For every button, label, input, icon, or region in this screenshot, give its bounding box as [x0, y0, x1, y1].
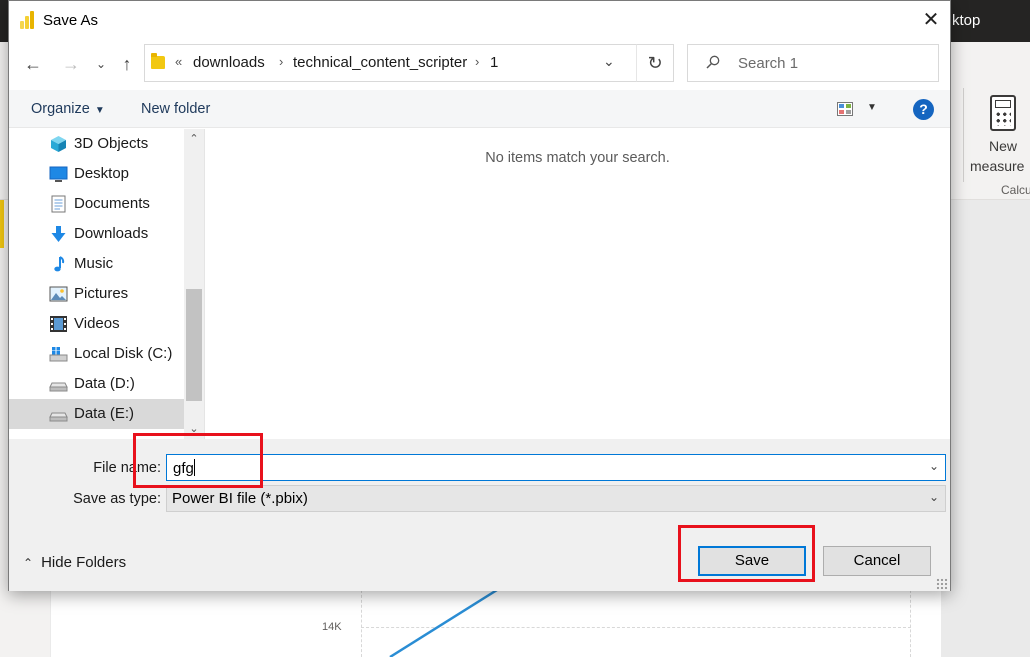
new-measure-label-2: measure [970, 158, 1025, 174]
recent-locations-chevron-icon[interactable]: ⌄ [93, 51, 109, 77]
close-icon[interactable]: ✕ [917, 7, 945, 33]
chart-gridline [910, 590, 911, 657]
sidebar-item-3d-objects[interactable]: 3D Objects [9, 129, 184, 159]
calculator-icon[interactable] [990, 95, 1016, 131]
scroll-thumb[interactable] [186, 289, 202, 401]
videos-icon [50, 316, 67, 332]
file-name-label: File name: [93, 460, 161, 476]
empty-results-message: No items match your search. [485, 150, 670, 166]
breadcrumb-technical-content-scripter[interactable]: technical_content_scripter [293, 54, 467, 71]
file-name-value: gfg [173, 459, 195, 477]
up-arrow-icon[interactable]: ↑ [115, 51, 139, 77]
desktop-icon [49, 166, 68, 182]
new-folder-button[interactable]: New folder [141, 101, 210, 117]
organize-button[interactable]: Organize ▼ [31, 101, 105, 117]
folder-icon [151, 53, 165, 69]
sidebar-item-label: Data (D:) [74, 375, 135, 392]
search-input[interactable]: Search 1 [687, 44, 939, 82]
3d-objects-icon [51, 136, 66, 152]
local-disk-icon [49, 347, 68, 362]
navigation-scrollbar[interactable]: ⌃ ⌄ [184, 129, 204, 439]
left-nav-active-indicator [0, 200, 4, 248]
sidebar-item-music[interactable]: Music [9, 249, 184, 279]
drive-icon [49, 382, 68, 392]
save-as-type-value: Power BI file (*.pbix) [172, 490, 308, 507]
pictures-icon [49, 286, 68, 302]
address-bar[interactable]: « downloads › technical_content_scripter… [144, 44, 674, 82]
breadcrumb-separator-icon[interactable]: › [279, 54, 283, 69]
file-name-input[interactable]: gfg ⌄ [166, 454, 946, 481]
power-bi-icon [20, 11, 36, 29]
documents-icon [51, 195, 66, 213]
hide-folders-button[interactable]: ⌃ Hide Folders [23, 554, 126, 571]
organize-label: Organize [31, 101, 90, 117]
sidebar-item-documents[interactable]: Documents [9, 189, 184, 219]
chart-gridline [361, 590, 362, 657]
help-icon[interactable]: ? [913, 99, 934, 120]
file-name-dropdown-chevron-icon[interactable]: ⌄ [929, 459, 939, 473]
sidebar-item-label: Videos [74, 315, 120, 332]
view-options-caret-icon[interactable]: ▼ [867, 102, 877, 113]
command-toolbar: Organize ▼ New folder ▼ ? [9, 90, 950, 128]
breadcrumb-separator-icon[interactable]: › [475, 54, 479, 69]
new-measure-button[interactable]: New measure [970, 136, 1030, 176]
app-title-fragment: ktop [952, 12, 981, 29]
drive-icon [49, 412, 68, 422]
ribbon-separator [963, 88, 964, 182]
sidebar-item-label: Desktop [74, 165, 130, 182]
back-arrow-icon[interactable]: ← [21, 51, 45, 77]
breadcrumb-1[interactable]: 1 [490, 54, 498, 71]
dialog-titlebar[interactable]: Save As ✕ [9, 1, 950, 40]
sidebar-item-label: 3D Objects [74, 135, 149, 152]
resize-grip[interactable] [936, 578, 948, 590]
refresh-icon[interactable]: ↻ [636, 44, 674, 82]
save-button[interactable]: Save [698, 546, 806, 576]
sidebar-item-label: Documents [74, 195, 150, 212]
sidebar-item-pictures[interactable]: Pictures [9, 279, 184, 309]
chart-y-tick: 14K [322, 621, 342, 633]
music-icon [54, 256, 65, 272]
sidebar-item-label: Downloads [74, 225, 149, 242]
chart-series-line [389, 590, 498, 657]
sidebar-item-desktop[interactable]: Desktop [9, 159, 184, 189]
navigation-pane: 3D Objects Desktop Documents Downloads M… [9, 129, 204, 439]
forward-arrow-icon[interactable]: → [59, 51, 83, 77]
sidebar-item-videos[interactable]: Videos [9, 309, 184, 339]
save-as-type-chevron-icon[interactable]: ⌄ [929, 490, 939, 504]
sidebar-item-data-d[interactable]: Data (D:) [9, 369, 184, 399]
save-as-type-label: Save as type: [73, 491, 161, 507]
sidebar-item-data-e[interactable]: Data (E:) [9, 399, 184, 429]
dialog-title: Save As [43, 12, 99, 29]
sidebar-item-local-disk-c[interactable]: Local Disk (C:) [9, 339, 184, 369]
breadcrumb-downloads[interactable]: downloads [193, 54, 265, 71]
cancel-button[interactable]: Cancel [823, 546, 931, 576]
chevron-up-icon: ⌃ [23, 556, 34, 570]
hide-folders-label: Hide Folders [41, 554, 127, 571]
file-list-pane[interactable]: No items match your search. [205, 129, 950, 439]
address-overflow-icon[interactable]: « [175, 54, 182, 69]
change-view-icon[interactable] [837, 102, 853, 116]
scroll-up-chevron-icon[interactable]: ⌃ [184, 129, 204, 149]
ribbon-group-label: Calcu [1001, 183, 1030, 197]
address-dropdown-chevron-icon[interactable]: ⌄ [603, 53, 615, 70]
sidebar-item-label: Music [74, 255, 114, 272]
sidebar-item-label: Data (E:) [74, 405, 135, 422]
new-measure-label-1: New [989, 138, 1018, 154]
scroll-down-chevron-icon[interactable]: ⌄ [184, 419, 204, 439]
save-as-type-select[interactable]: Power BI file (*.pbix) ⌄ [166, 485, 946, 512]
sidebar-item-label: Pictures [74, 285, 129, 302]
sidebar-item-downloads[interactable]: Downloads [9, 219, 184, 249]
save-as-dialog: Save As ✕ ← → ⌄ ↑ « downloads › technica… [8, 0, 951, 591]
sidebar-item-label: Local Disk (C:) [74, 345, 173, 362]
downloads-icon [51, 226, 66, 242]
caret-down-icon: ▼ [94, 105, 105, 116]
search-icon [706, 55, 720, 69]
search-placeholder: Search 1 [738, 55, 799, 72]
